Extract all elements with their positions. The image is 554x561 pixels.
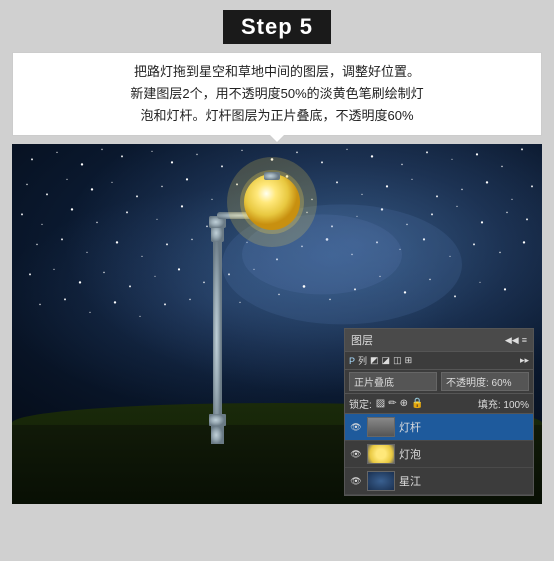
- panel-options-icon[interactable]: ≡: [522, 335, 527, 346]
- panel-icon-mask[interactable]: ◫: [393, 355, 402, 366]
- panel-icon-p[interactable]: P: [349, 356, 355, 366]
- main-container: Step 5 把路灯拖到星空和草地中间的图层，调整好位置。 新建图层2个，用不透…: [0, 0, 554, 561]
- lock-label: 锁定:: [349, 396, 372, 411]
- lock-pixels-icon[interactable]: ✏: [388, 398, 396, 409]
- photoshop-layers-panel: 图层 ◀◀ ≡ P 列 ◩ ◪ ◫ ⊞ ▸▸ 正片叠底 不透明度: 60%: [344, 328, 534, 496]
- layer-row-milky[interactable]: 👁 星江: [345, 468, 533, 495]
- visibility-eye-globe[interactable]: 👁: [349, 449, 363, 459]
- visibility-eye-milky[interactable]: 👁: [349, 476, 363, 486]
- lock-transparent-icon[interactable]: ▨: [376, 398, 385, 409]
- panel-menu-icon[interactable]: ◀◀: [505, 335, 519, 346]
- panel-icon-fx[interactable]: ◩: [370, 355, 379, 366]
- opacity-control[interactable]: 不透明度: 60%: [441, 372, 529, 391]
- lock-all-icon[interactable]: 🔒: [411, 398, 423, 409]
- layer-row-lamppost[interactable]: 👁 灯杆: [345, 414, 533, 441]
- panel-icon-grid[interactable]: ⊞: [405, 355, 413, 366]
- fill-label: 填充: 100%: [478, 396, 529, 411]
- lock-position-icon[interactable]: ⊕: [400, 398, 408, 409]
- step-title: Step 5: [223, 10, 331, 44]
- layer-thumb-globe: [367, 444, 395, 464]
- panel-top-icons[interactable]: ◀◀ ≡: [505, 335, 527, 346]
- layer-row-globe[interactable]: 👁 灯泡: [345, 441, 533, 468]
- layer-name-globe: 灯泡: [399, 446, 529, 462]
- main-image: 图层 ◀◀ ≡ P 列 ◩ ◪ ◫ ⊞ ▸▸ 正片叠底 不透明度: 60%: [12, 144, 542, 504]
- lock-icons: ▨ ✏ ⊕ 🔒: [376, 398, 474, 409]
- description-text: 把路灯拖到星空和草地中间的图层，调整好位置。 新建图层2个，用不透明度50%的淡…: [130, 64, 423, 123]
- blend-mode-row: 正片叠底 不透明度: 60%: [345, 370, 533, 394]
- panel-title: 图层: [351, 332, 373, 348]
- visibility-eye-lamppost[interactable]: 👁: [349, 422, 363, 432]
- panel-icon-layers[interactable]: 列: [358, 354, 367, 367]
- layer-thumb-milky: [367, 471, 395, 491]
- panel-icon-adj[interactable]: ◪: [382, 355, 391, 366]
- panel-header: 图层 ◀◀ ≡: [345, 329, 533, 352]
- layer-name-lamppost: 灯杆: [399, 419, 529, 435]
- layer-name-milky: 星江: [399, 473, 529, 489]
- lock-row: 锁定: ▨ ✏ ⊕ 🔒 填充: 100%: [345, 394, 533, 414]
- blend-mode-select[interactable]: 正片叠底: [349, 372, 437, 391]
- panel-icon-row: P 列 ◩ ◪ ◫ ⊞ ▸▸: [345, 352, 533, 370]
- panel-icon-more[interactable]: ▸▸: [520, 355, 529, 366]
- layer-thumb-lamppost: [367, 417, 395, 437]
- description-box: 把路灯拖到星空和草地中间的图层，调整好位置。 新建图层2个，用不透明度50%的淡…: [12, 52, 542, 136]
